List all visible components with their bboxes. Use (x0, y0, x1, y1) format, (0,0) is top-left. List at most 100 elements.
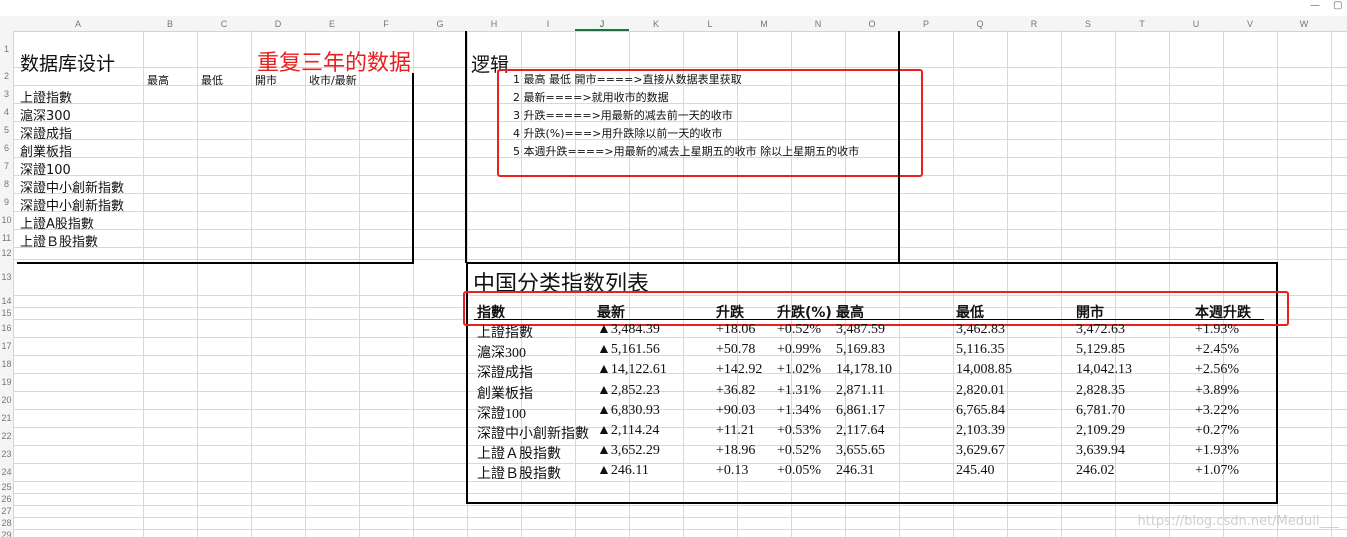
column-header-f[interactable]: F (359, 18, 413, 31)
table-cell: ▲14,122.61 (597, 362, 667, 378)
row-header-6[interactable]: 6 (0, 139, 13, 157)
column-header-w[interactable]: W (1277, 18, 1331, 31)
row-header-11[interactable]: 11 (0, 229, 13, 247)
column-header-s[interactable]: S (1061, 18, 1115, 31)
row-header-29[interactable]: 29 (0, 529, 13, 537)
grid-column-line (305, 31, 306, 537)
table-cell: +3.89% (1195, 382, 1240, 398)
left-index-item: 創業板指 (20, 145, 73, 160)
column-header-q[interactable]: Q (953, 18, 1007, 31)
row-header-26[interactable]: 26 (0, 493, 13, 505)
row-header-4[interactable]: 4 (0, 103, 13, 121)
grid-row-line (13, 67, 1347, 68)
column-header-l[interactable]: L (683, 18, 737, 31)
selected-column-indicator (575, 29, 629, 31)
table-cell: +0.05% (777, 463, 822, 479)
table-cell: 2,828.35 (1076, 382, 1125, 398)
row-header-21[interactable]: 21 (0, 409, 13, 427)
table-cell: 6,765.84 (956, 402, 1005, 418)
row-header-14[interactable]: 14 (0, 295, 13, 307)
logic-border-left (465, 31, 467, 263)
header-high: 最高 (147, 74, 169, 87)
grid-row-line (13, 193, 1347, 194)
table-cell: 2,109.29 (1076, 423, 1125, 438)
column-header-a[interactable]: A (13, 18, 143, 31)
table-cell: 2,871.11 (836, 382, 885, 398)
grid-column-line (359, 31, 360, 537)
spreadsheet[interactable]: — ▢ ABCDEFGHIJKLMNOPQRSTUVW 1 2 3 4 5 6 7 8 9 10 1… (0, 0, 1347, 537)
column-header-v[interactable]: V (1223, 18, 1277, 31)
column-header-k[interactable]: K (629, 18, 683, 31)
grid-column-line (251, 31, 252, 537)
column-header-d[interactable]: D (251, 18, 305, 31)
logic-highlight-box (497, 69, 923, 177)
table-cell: 3,462.83 (956, 322, 1005, 337)
column-header-b[interactable]: B (143, 18, 197, 31)
column-header-p[interactable]: P (899, 18, 953, 31)
grid-column-line (197, 31, 198, 537)
column-header-e[interactable]: E (305, 18, 359, 31)
grid-column-line (1061, 31, 1062, 537)
column-header-u[interactable]: U (1169, 18, 1223, 31)
header-low: 最低 (201, 74, 223, 87)
column-header-r[interactable]: R (1007, 18, 1061, 31)
row-header-7[interactable]: 7 (0, 157, 13, 175)
row-header-8[interactable]: 8 (0, 175, 13, 193)
row-header-9[interactable]: 9 (0, 193, 13, 211)
column-header-m[interactable]: M (737, 18, 791, 31)
grid-column-line (143, 31, 144, 537)
column-header-i[interactable]: I (521, 18, 575, 31)
table-cell: 245.40 (956, 463, 995, 479)
table-cell: 深證100 (477, 406, 526, 422)
row-header-15[interactable]: 15 (0, 307, 13, 319)
grid-row-line (13, 229, 1347, 230)
table-cell: 3,472.63 (1076, 322, 1125, 337)
maximize-icon[interactable]: ▢ (1333, 0, 1342, 11)
row-header-16[interactable]: 16 (0, 319, 13, 337)
column-header-n[interactable]: N (791, 18, 845, 31)
row-header-13[interactable]: 13 (0, 259, 13, 295)
column-header-o[interactable]: O (845, 18, 899, 31)
table-cell: +18.96 (716, 443, 756, 459)
row-header-28[interactable]: 28 (0, 517, 13, 529)
table-cell: 3,639.94 (1076, 443, 1125, 459)
row-header-3[interactable]: 3 (0, 85, 13, 103)
table-cell: 滬深300 (477, 346, 526, 362)
column-header-t[interactable]: T (1115, 18, 1169, 31)
grid-row-line (13, 373, 1347, 374)
table-cell: +0.53% (777, 423, 822, 438)
row-header-12[interactable]: 12 (0, 247, 13, 259)
row-header-1[interactable]: 1 (0, 31, 13, 67)
column-header-c[interactable]: C (197, 18, 251, 31)
row-header-22[interactable]: 22 (0, 427, 13, 445)
row-header-23[interactable]: 23 (0, 445, 13, 463)
row-header-18[interactable]: 18 (0, 355, 13, 373)
left-index-item: 滬深300 (20, 109, 71, 124)
row-header-2[interactable]: 2 (0, 67, 13, 85)
left-border-right (412, 73, 414, 263)
db-design-title: 数据库设计 (20, 53, 116, 75)
table-cell: 5,129.85 (1076, 342, 1125, 358)
grid-row-line (13, 247, 1347, 248)
table-cell: 246.31 (836, 463, 875, 479)
row-header-10[interactable]: 10 (0, 211, 13, 229)
table-cell: ▲5,161.56 (597, 342, 660, 358)
column-header-g[interactable]: G (413, 18, 467, 31)
table-cell: 3,655.65 (836, 443, 885, 459)
table-cell: +1.02% (777, 362, 822, 378)
table-border-top (466, 262, 1278, 264)
table-cell: 深證成指 (477, 366, 533, 382)
row-header-5[interactable]: 5 (0, 121, 13, 139)
column-header-h[interactable]: H (467, 18, 521, 31)
table-cell: 深證中小創新指數 (477, 427, 589, 442)
minimize-icon[interactable]: — (1310, 0, 1320, 11)
table-cell: 14,042.13 (1076, 362, 1132, 378)
row-header-17[interactable]: 17 (0, 337, 13, 355)
row-header-27[interactable]: 27 (0, 505, 13, 517)
row-header-19[interactable]: 19 (0, 373, 13, 391)
row-header-24[interactable]: 24 (0, 463, 13, 481)
grid-row-line (13, 427, 1347, 428)
row-header-25[interactable]: 25 (0, 481, 13, 493)
table-cell: ▲246.11 (597, 463, 649, 479)
row-header-20[interactable]: 20 (0, 391, 13, 409)
